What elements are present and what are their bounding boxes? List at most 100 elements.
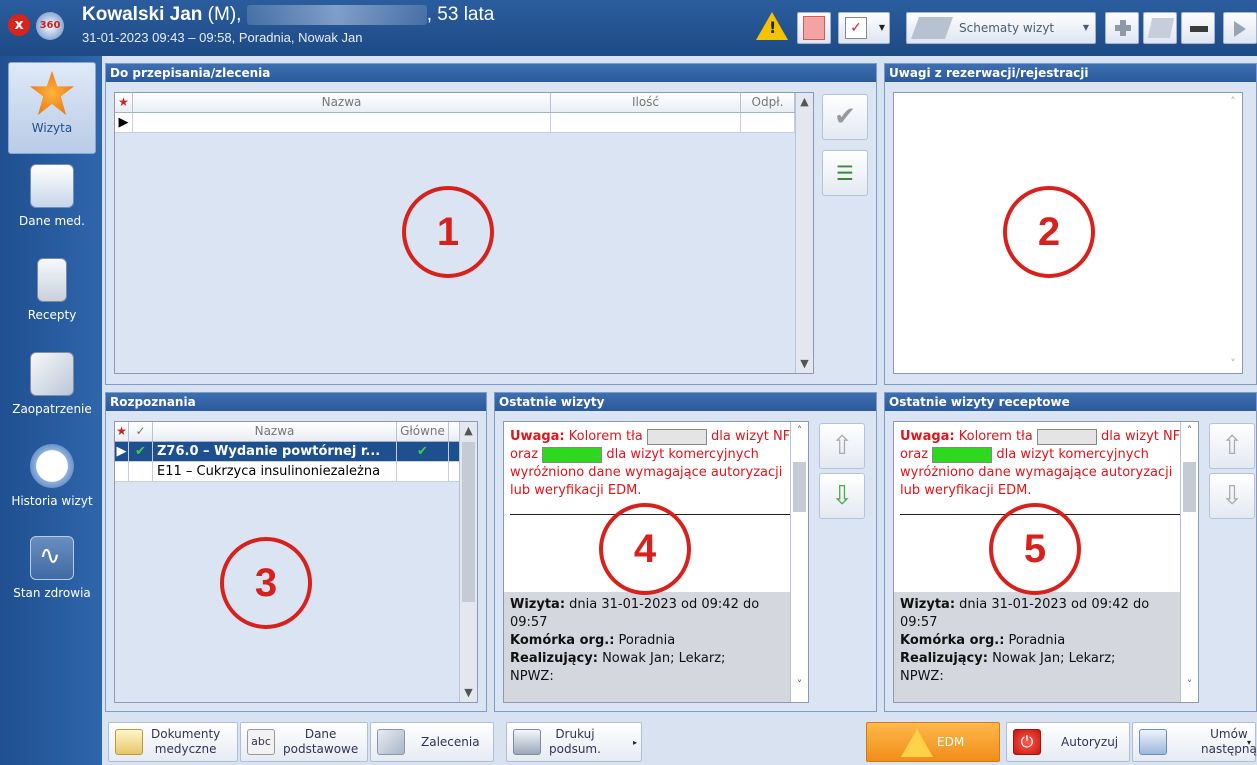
realizer-value: Nowak Jan; Lekarz; — [597, 651, 726, 666]
panel-title: Rozpoznania — [106, 393, 486, 411]
zalecenia-button[interactable]: Zalecenia — [370, 722, 494, 762]
unit-value: Poradnia — [1004, 633, 1066, 648]
scroll-thumb[interactable] — [1183, 462, 1196, 512]
chevron-up-icon[interactable]: ▲ — [796, 93, 813, 111]
button-label: Drukuj podsum. — [549, 727, 601, 756]
table-row[interactable]: ▶ — [115, 113, 813, 133]
list-button[interactable]: ☰ — [822, 150, 868, 196]
vertical-scrollbar[interactable]: ▲ ▼ — [459, 422, 477, 702]
diagnosis-name: Z76.0 – Wydanie powtórnej r... — [153, 442, 397, 461]
panel-ostatnie-wizyty-receptowe: Ostatnie wizyty receptowe Uwaga: Kolorem… — [884, 392, 1257, 712]
nav-label: Stan zdrowia — [13, 586, 91, 600]
button-label: EDM — [937, 735, 965, 749]
heartbeat-icon — [30, 536, 74, 580]
patient-name: Kowalski Jan — [82, 4, 203, 25]
nav-label: Recepty — [27, 308, 77, 322]
col-ilosc[interactable]: Ilość — [551, 93, 741, 112]
accept-button[interactable]: ✔ — [822, 94, 868, 140]
vertical-scrollbar[interactable]: ˄ ˅ — [1224, 93, 1242, 373]
table-row[interactable]: E11 – Cukrzyca insulinoniezależna — [115, 462, 477, 482]
nav-dane-med[interactable]: Dane med. — [8, 156, 96, 248]
scroll-up-button[interactable]: ⇧ — [1209, 423, 1255, 469]
abc-icon: abc — [247, 729, 275, 755]
edm-button[interactable]: EDM — [866, 722, 1000, 762]
chevron-down-icon[interactable]: ▼ — [879, 23, 885, 32]
documents-icon — [115, 729, 143, 755]
chevron-up-icon[interactable]: ˄ — [1181, 422, 1198, 440]
remove-button[interactable] — [1181, 12, 1215, 44]
arrow-down-icon: ⇩ — [1221, 481, 1243, 511]
scroll-down-button[interactable]: ⇩ — [819, 473, 865, 519]
dane-podstawowe-button[interactable]: abc Dane podstawowe — [240, 722, 368, 762]
nav-stan-zdrowia[interactable]: Stan zdrowia — [8, 528, 96, 620]
arrow-down-icon: ⇩ — [831, 481, 853, 511]
chevron-up-icon[interactable]: ˄ — [1224, 93, 1242, 111]
vertical-scrollbar[interactable]: ˄ ˅ — [1180, 422, 1198, 702]
minus-icon — [1190, 26, 1208, 32]
annotation-circle: 2 — [1003, 186, 1095, 278]
col-glowne[interactable]: Główne — [397, 422, 449, 441]
patient-avatar[interactable]: 360 — [36, 12, 64, 40]
chevron-up-icon[interactable]: ▲ — [460, 422, 477, 440]
chevron-up-icon[interactable]: ˄ — [791, 422, 808, 440]
chevron-down-icon[interactable]: ▼ — [796, 355, 813, 373]
chevron-down-icon[interactable]: ▼ — [460, 684, 477, 702]
power-icon: ⏻ — [1013, 729, 1041, 755]
panel-title: Ostatnie wizyty — [495, 393, 876, 411]
dokumenty-medyczne-button[interactable]: Dokumenty medyczne — [108, 722, 238, 762]
nav-historia-wizyt[interactable]: Historia wizyt — [8, 436, 96, 528]
checklist-button[interactable]: ✓ ▼ — [838, 12, 890, 44]
warning-label: Uwaga: — [510, 429, 565, 444]
checklist-icon: ✓ — [845, 17, 867, 39]
chevron-down-icon[interactable]: ˅ — [1224, 355, 1242, 373]
button-label: Dane podstawowe — [283, 727, 359, 756]
chevron-down-icon[interactable]: ˅ — [1181, 676, 1198, 694]
scroll-down-button[interactable]: ⇩ — [1209, 473, 1255, 519]
col-nazwa[interactable]: Nazwa — [133, 93, 551, 112]
unit-label: Komórka org.: — [510, 633, 615, 648]
commercial-swatch — [932, 446, 993, 463]
diagnosis-name: E11 – Cukrzyca insulinoniezależna — [153, 462, 397, 481]
col-nazwa[interactable]: Nazwa — [153, 422, 397, 441]
next-button[interactable] — [1223, 12, 1257, 44]
vertical-scrollbar[interactable]: ▲ ▼ — [795, 93, 813, 373]
supply-icon — [30, 352, 74, 396]
hazard-button[interactable] — [797, 12, 831, 44]
chevron-down-icon[interactable]: ˅ — [791, 676, 808, 694]
nav-recepty[interactable]: Recepty — [8, 250, 96, 342]
scroll-thumb[interactable] — [462, 442, 475, 602]
nfz-swatch — [646, 428, 707, 445]
panel-ostatnie-wizyty: Ostatnie wizyty Uwaga: Kolorem tła dla w… — [494, 392, 877, 712]
nav-label: Zaopatrzenie — [12, 402, 92, 416]
autoryzuj-button[interactable]: ⏻ Autoryzuj — [1006, 722, 1130, 762]
umow-nastepna-button[interactable]: Umów następną ▾ — [1132, 722, 1257, 762]
col-check[interactable]: ✓ — [129, 422, 153, 441]
clock-icon — [30, 444, 74, 488]
scroll-up-button[interactable]: ⇧ — [819, 423, 865, 469]
visit-label: Wizyta: — [510, 597, 566, 612]
medical-data-icon — [30, 164, 74, 208]
panel-title: Ostatnie wizyty receptowe — [885, 393, 1256, 411]
drukuj-podsum-button[interactable]: Drukuj podsum. ▸ — [506, 722, 642, 762]
list-icon: ☰ — [836, 161, 854, 185]
edit-button[interactable] — [1143, 12, 1177, 44]
nav-wizyta[interactable]: Wizyta — [8, 62, 96, 154]
main-cell — [397, 462, 449, 481]
schematy-wizyt-button[interactable]: Schematy wizyt ▼ — [906, 12, 1096, 44]
col-odpl[interactable]: Odpł. — [741, 93, 795, 112]
visit-label: Wizyta: — [900, 597, 956, 612]
npwz-label: NPWZ: — [900, 669, 944, 684]
table-row[interactable]: ▶ ✔ Z76.0 – Wydanie powtórnej r... ✔ — [115, 442, 477, 462]
annotation-circle: 1 — [402, 186, 494, 278]
chevron-down-icon: ▼ — [1082, 23, 1089, 32]
nav-zaopatrzenie[interactable]: Zaopatrzenie — [8, 344, 96, 436]
add-button[interactable] — [1105, 12, 1139, 44]
scroll-thumb[interactable] — [793, 462, 806, 512]
annotation-circle: 5 — [989, 503, 1081, 595]
edit-icon — [1147, 18, 1175, 38]
button-label: Dokumenty medyczne — [151, 727, 221, 756]
vertical-scrollbar[interactable]: ˄ ˅ — [790, 422, 808, 702]
close-icon[interactable]: x — [8, 14, 30, 36]
warning-button[interactable]: ! — [756, 12, 790, 44]
button-label: Autoryzuj — [1061, 735, 1119, 749]
